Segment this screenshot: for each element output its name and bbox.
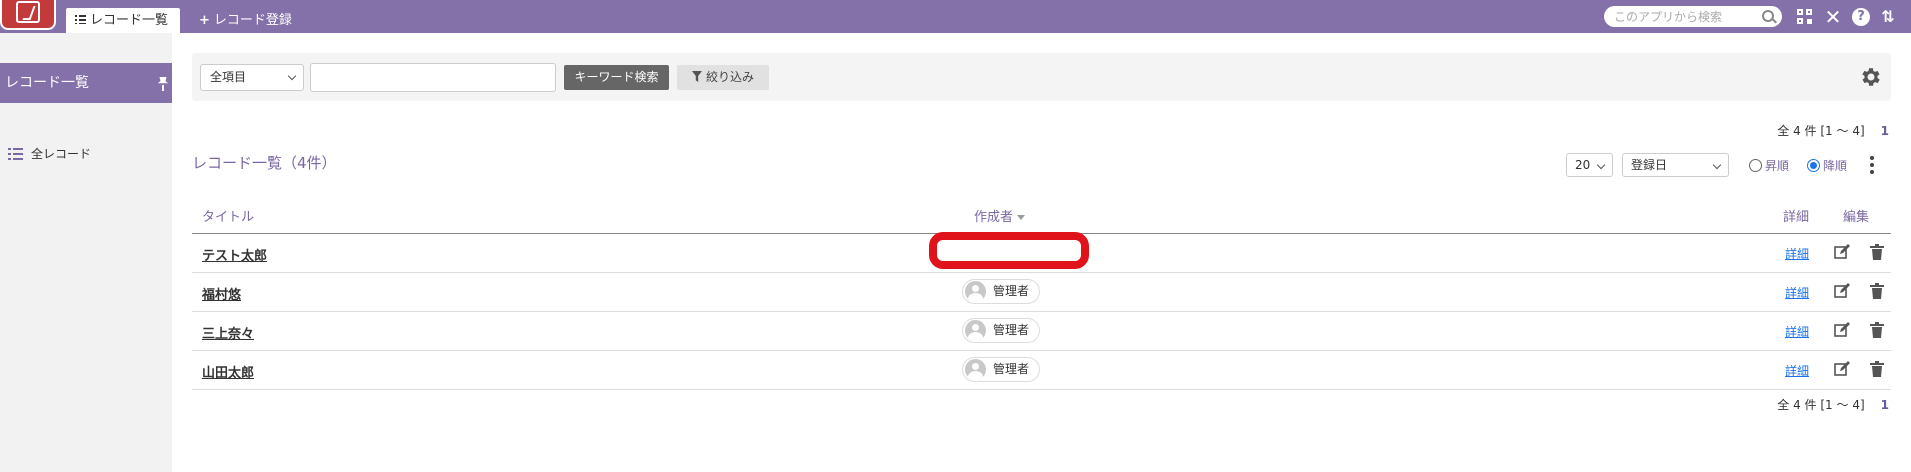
list-title: レコード一覧（4件）	[192, 154, 337, 172]
column-header-edit: 編集	[1843, 210, 1870, 225]
sidebar-header-label: レコード一覧	[5, 75, 89, 91]
record-count-bottom: 全 4 件 [1 ～ 4] 1	[1777, 396, 1889, 413]
radio-off-icon	[1749, 159, 1762, 172]
table-row: 山田太郎 管理者 詳細	[192, 351, 1891, 390]
record-title-link[interactable]: テスト太郎	[202, 245, 267, 264]
sidebar-header[interactable]: レコード一覧	[0, 63, 172, 103]
per-page-select[interactable]: 20	[1566, 153, 1613, 177]
highlight-annotation	[929, 232, 1089, 269]
detail-link[interactable]: 詳細	[1785, 284, 1809, 301]
app-search-input[interactable]	[1604, 6, 1782, 27]
qr-code-icon[interactable]	[1795, 7, 1815, 27]
more-options-icon[interactable]	[1870, 156, 1874, 174]
list-icon	[8, 147, 23, 160]
keyword-search-button[interactable]: キーワード検索	[564, 65, 669, 90]
column-header-detail: 詳細	[1783, 210, 1810, 225]
filter-bar: 全項目 キーワード検索 絞り込み	[192, 53, 1891, 101]
detail-link[interactable]: 詳細	[1785, 245, 1809, 262]
author-chip[interactable]: 管理者	[962, 357, 1041, 382]
keyword-input[interactable]	[310, 63, 556, 92]
page-link[interactable]: 1	[1881, 398, 1889, 412]
column-header-author[interactable]: 作成者	[974, 206, 1026, 225]
record-count-top: 全 4 件 [1 ～ 4] 1	[1777, 122, 1889, 139]
trash-icon[interactable]	[1868, 321, 1886, 339]
field-select[interactable]: 全項目	[200, 64, 304, 91]
plus-icon: +	[199, 13, 210, 28]
edit-icon[interactable]	[1833, 321, 1851, 339]
table-row: 三上奈々 管理者 詳細	[192, 312, 1891, 351]
sort-desc-label: 降順	[1823, 159, 1848, 173]
chevron-down-icon	[1596, 160, 1606, 170]
avatar	[965, 281, 986, 302]
narrow-down-button[interactable]: 絞り込み	[677, 65, 769, 90]
sort-asc-radio[interactable]: 昇順	[1749, 157, 1789, 174]
author-name: 管理者	[993, 284, 1030, 298]
tab-record-add[interactable]: + レコード登録	[190, 8, 301, 33]
tab-record-list[interactable]: レコード一覧	[66, 8, 180, 33]
column-header-title: タイトル	[202, 210, 255, 225]
trash-icon[interactable]	[1868, 282, 1886, 300]
sort-field-select[interactable]: 登録日	[1622, 153, 1729, 177]
sidebar: レコード一覧 全レコード	[0, 33, 172, 472]
avatar	[965, 359, 986, 380]
author-chip[interactable]: 管理者	[962, 318, 1041, 343]
table-row: 福村悠 管理者 詳細	[192, 273, 1891, 312]
author-name: 管理者	[993, 362, 1030, 376]
help-icon[interactable]: ?	[1851, 7, 1871, 27]
record-count-text: 全 4 件 [1 ～ 4]	[1777, 124, 1865, 138]
narrow-down-label: 絞り込み	[705, 70, 754, 84]
tools-icon[interactable]: ✕	[1823, 7, 1843, 27]
sort-arrow-icon	[1017, 215, 1026, 220]
list-icon	[75, 15, 86, 24]
detail-link[interactable]: 詳細	[1785, 323, 1809, 340]
sort-asc-label: 昇順	[1765, 159, 1790, 173]
record-title-link[interactable]: 福村悠	[202, 284, 241, 303]
chevron-down-icon	[287, 71, 297, 81]
edit-icon[interactable]	[1833, 282, 1851, 300]
detail-link[interactable]: 詳細	[1785, 362, 1809, 379]
column-header-author-label: 作成者	[974, 210, 1014, 225]
sort-field-value: 登録日	[1631, 158, 1668, 172]
chevron-down-icon	[1712, 160, 1722, 170]
per-page-value: 20	[1575, 158, 1591, 172]
record-count-text: 全 4 件 [1 ～ 4]	[1777, 398, 1865, 412]
field-select-value: 全項目	[210, 70, 247, 84]
top-bar: レコード一覧 +レコード登録 ✕ ? ⇅	[0, 0, 1911, 33]
record-title-link[interactable]: 三上奈々	[202, 323, 254, 342]
trash-icon[interactable]	[1868, 243, 1886, 261]
tab-record-list-label: レコード一覧	[90, 13, 169, 28]
sort-desc-radio[interactable]: 降順	[1807, 157, 1847, 174]
trash-icon[interactable]	[1868, 360, 1886, 378]
author-name: 管理者	[993, 323, 1030, 337]
funnel-icon	[691, 71, 702, 82]
edit-icon[interactable]	[1833, 243, 1851, 261]
sidebar-item-all-records[interactable]: 全レコード	[8, 145, 91, 162]
switch-icon[interactable]: ⇅	[1878, 7, 1898, 27]
tab-record-add-label: レコード登録	[213, 13, 292, 28]
sidebar-item-label: 全レコード	[31, 147, 92, 161]
app-logo-icon[interactable]	[0, 0, 56, 30]
author-chip[interactable]: 管理者	[962, 279, 1041, 304]
edit-icon[interactable]	[1833, 360, 1851, 378]
page-link[interactable]: 1	[1881, 124, 1889, 138]
gear-icon[interactable]	[1859, 65, 1883, 89]
avatar	[965, 320, 986, 341]
radio-on-icon	[1807, 159, 1820, 172]
search-icon[interactable]	[1762, 10, 1774, 22]
record-title-link[interactable]: 山田太郎	[202, 362, 254, 381]
